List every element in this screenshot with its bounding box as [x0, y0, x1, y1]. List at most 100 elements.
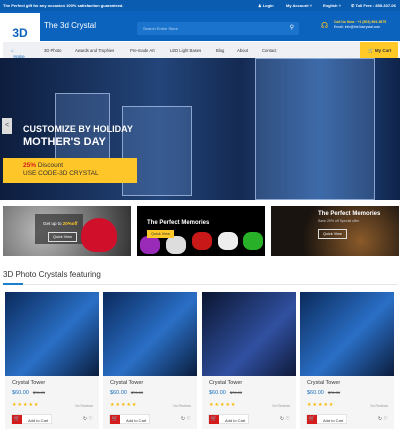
product-old-price: $76.00 — [229, 390, 243, 395]
compare-icon[interactable]: ↻ — [181, 416, 185, 422]
add-to-cart-label: Add to Cart — [323, 417, 344, 423]
nav-3d-photo[interactable]: 3D Photo — [44, 48, 61, 53]
product-old-price: $76.00 — [130, 390, 144, 395]
banner-text: Get up to — [43, 221, 63, 226]
header: 3D The 3d Crystal Search Entire Store ⚲ ☊… — [0, 11, 400, 53]
heart-image — [81, 218, 117, 252]
cart-button[interactable]: 🛒 My Cart — [360, 42, 398, 58]
call-label: Call Us Now : — [334, 20, 357, 24]
compare-icon[interactable]: ↻ — [83, 416, 87, 422]
hero-line1: CUSTOMIZE BY HOLIDAY — [23, 124, 133, 134]
banner-memories[interactable]: The Perfect Memories Quick View — [137, 206, 265, 256]
product-card[interactable]: Crystal Tower $60.00 $76.00 ★★★★★ No Revi… — [300, 292, 394, 429]
site-name[interactable]: The 3d Crystal — [44, 21, 96, 30]
reviews: No Reviews — [272, 404, 290, 408]
nav-blog[interactable]: Blog — [216, 48, 224, 53]
product-image[interactable] — [300, 292, 394, 376]
toll-free-label: Toll Free : 855-337-06 — [355, 3, 396, 8]
nav-awards[interactable]: Awards and Trophies — [75, 48, 114, 53]
search-icon[interactable]: ⚲ — [290, 24, 294, 31]
wishlist-icon[interactable]: ♡ — [187, 416, 191, 422]
product-card[interactable]: Crystal Tower $60.00 $76.00 ★★★★★ No Revi… — [5, 292, 99, 429]
email: Email: info@the3dcrystal.com — [334, 25, 381, 29]
wishlist-icon[interactable]: ♡ — [89, 416, 93, 422]
language-label: English — [323, 3, 338, 8]
product-name[interactable]: Crystal Tower — [12, 380, 45, 386]
logo-text: 3D — [12, 26, 28, 40]
cart-label: My Cart — [374, 48, 392, 53]
nav-about[interactable]: About — [237, 48, 248, 53]
product-name[interactable]: Crystal Tower — [110, 380, 143, 386]
language-menu[interactable]: English ˅ — [323, 3, 341, 8]
star-rating: ★★★★★ — [307, 402, 335, 408]
contact-info: Call Us Now : +1 (503) 694-3675 Email: i… — [334, 20, 386, 30]
add-to-cart-label: Add to Cart — [28, 417, 49, 423]
quick-view-button[interactable]: Quick View — [318, 229, 347, 239]
headset-icon: ☊ — [321, 21, 329, 30]
banner-memories-2[interactable]: The Perfect Memories Save 20% off Specia… — [271, 206, 399, 256]
product-image[interactable] — [103, 292, 197, 376]
banner-highlight: 20%off — [62, 221, 78, 226]
add-to-cart-label: Add to Cart — [126, 417, 147, 423]
product-price: $60.00 — [110, 390, 127, 396]
add-to-cart-button[interactable]: 🛒 Add to Cart — [306, 414, 347, 424]
slider-prev-button[interactable]: < — [2, 118, 12, 134]
quick-view-button[interactable]: Quick View — [147, 230, 174, 238]
product-name[interactable]: Crystal Tower — [209, 380, 242, 386]
nav-led-bases[interactable]: LED Light Bases — [170, 48, 201, 53]
main-nav: ⌂ Home 3D Photo Awards and Trophies Pre-… — [3, 42, 398, 59]
toll-free: ✆ Toll Free : 855-337-06 — [351, 3, 396, 8]
cart-icon: 🛒 — [12, 415, 22, 424]
reviews: No Reviews — [173, 404, 191, 408]
product-card[interactable]: Crystal Tower $60.00 $76.00 ★★★★★ No Revi… — [202, 292, 296, 429]
product-image[interactable] — [5, 292, 99, 376]
wishlist-icon[interactable]: ♡ — [384, 416, 388, 422]
crystal-image — [255, 58, 375, 200]
promo-code: USE CODE-3D CRYSTAL — [23, 170, 99, 177]
reviews: No Reviews — [370, 404, 388, 408]
add-to-cart-button[interactable]: 🛒 Add to Cart — [11, 414, 52, 424]
add-to-cart-button[interactable]: 🛒 Add to Cart — [109, 414, 150, 424]
product-card[interactable]: Crystal Tower $60.00 $76.00 ★★★★★ No Revi… — [103, 292, 197, 429]
search-input[interactable]: Search Entire Store ⚲ — [137, 22, 299, 35]
compare-icon[interactable]: ↻ — [280, 416, 284, 422]
account-label: My Account — [286, 3, 309, 8]
banner-title: The Perfect Memories — [147, 220, 210, 226]
login-label: Login — [262, 3, 274, 8]
cart-icon: 🛒 — [209, 415, 219, 424]
login-link[interactable]: ♟ Login — [258, 3, 274, 8]
nav-home[interactable]: ⌂ Home — [11, 48, 25, 59]
banner-title: The Perfect Memories — [318, 211, 381, 217]
cart-icon: 🛒 — [368, 48, 374, 53]
product-old-price: $76.00 — [32, 390, 46, 395]
nav-contact[interactable]: Contact — [262, 48, 276, 53]
compare-icon[interactable]: ↻ — [378, 416, 382, 422]
product-price: $60.00 — [307, 390, 324, 396]
star-rating: ★★★★★ — [12, 402, 40, 408]
add-to-cart-button[interactable]: 🛒 Add to Cart — [208, 414, 249, 424]
discount-percent: 25% — [23, 162, 37, 169]
call-number: +1 (503) 694-3675 — [357, 20, 387, 24]
reviews: No Reviews — [75, 404, 93, 408]
cart-icon: 🛒 — [307, 415, 317, 424]
wishlist-icon[interactable]: ♡ — [286, 416, 290, 422]
product-name[interactable]: Crystal Tower — [307, 380, 340, 386]
tagline: The Perfect gift for any occasion 100% s… — [3, 3, 124, 8]
add-to-cart-label: Add to Cart — [225, 417, 246, 423]
star-rating: ★★★★★ — [209, 402, 237, 408]
section-title: 3D Photo Crystals featuring — [3, 270, 101, 279]
star-rating: ★★★★★ — [110, 402, 138, 408]
nav-premade-art[interactable]: Pre-made Art — [130, 48, 155, 53]
product-image[interactable] — [202, 292, 296, 376]
product-price: $60.00 — [12, 390, 29, 396]
account-menu[interactable]: My Account ˅ — [286, 3, 312, 8]
section-divider — [3, 283, 398, 285]
product-old-price: $76.00 — [327, 390, 341, 395]
product-price: $60.00 — [209, 390, 226, 396]
banner-discount[interactable]: Get up to 20%off Quick View — [3, 206, 131, 256]
banner-subtitle: Save 20% off Special offer — [318, 219, 360, 223]
discount-word: Discount — [37, 162, 64, 169]
quick-view-button[interactable]: Quick View — [48, 232, 77, 242]
cart-icon: 🛒 — [110, 415, 120, 424]
search-placeholder: Search Entire Store — [143, 26, 178, 31]
